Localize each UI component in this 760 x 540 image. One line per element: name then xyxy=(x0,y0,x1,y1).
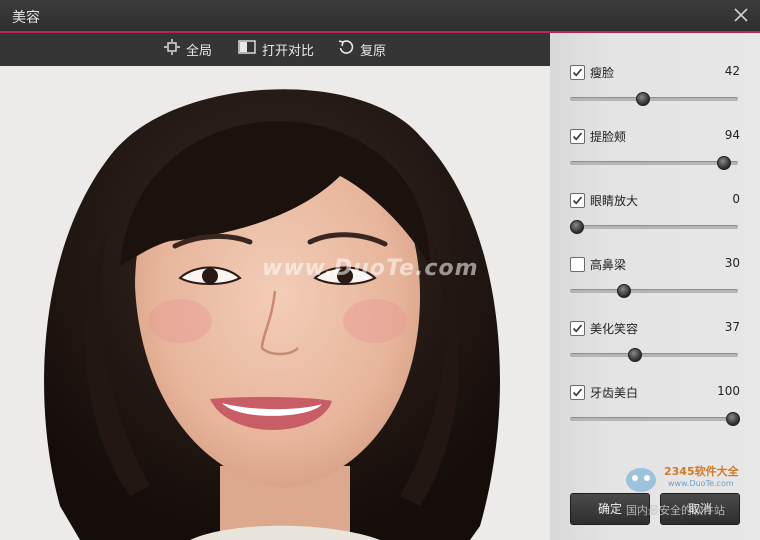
adjustment-slider[interactable] xyxy=(570,156,738,170)
adjustment-label: 瘦脸 xyxy=(590,66,615,80)
adjustment-row: 提脸颊 94 xyxy=(570,127,740,147)
adjustment-checkbox[interactable] xyxy=(570,193,585,208)
slider-thumb[interactable] xyxy=(616,284,631,298)
toolbar: 全局 打开对比 复原 xyxy=(0,33,550,66)
adjustment-slider[interactable] xyxy=(570,284,738,298)
title-bar: 美容 xyxy=(0,0,760,33)
beauty-dialog: 美容 全局 打开对比 复原 www.DuoTe.com 瘦脸 42 提脸颊 94… xyxy=(0,0,760,540)
slider-thumb[interactable] xyxy=(716,156,731,170)
adjustment-checkbox[interactable] xyxy=(570,385,585,400)
adjustment-value: 37 xyxy=(724,320,740,334)
check-icon xyxy=(572,196,583,205)
check-icon xyxy=(572,324,583,333)
fullview-button[interactable]: 全局 xyxy=(164,39,212,59)
adjustment-label: 眼睛放大 xyxy=(590,194,639,208)
adjustment-row: 美化笑容 37 xyxy=(570,319,740,339)
adjustment-checkbox[interactable] xyxy=(570,321,585,336)
logo-watermark-url: www.DuoTe.com xyxy=(668,479,734,488)
fit-view-icon xyxy=(164,39,180,59)
adjustment-row: 高鼻梁 30 xyxy=(570,255,740,275)
compare-label: 打开对比 xyxy=(262,43,315,59)
center-watermark: www.DuoTe.com xyxy=(262,256,479,281)
check-icon xyxy=(572,388,583,397)
check-icon xyxy=(572,132,583,141)
compare-icon xyxy=(238,40,256,58)
adjustment-value: 30 xyxy=(724,256,740,270)
adjustment-label: 美化笑容 xyxy=(590,322,639,336)
fullview-label: 全局 xyxy=(186,43,213,59)
adjustment-checkbox[interactable] xyxy=(570,129,585,144)
adjustment-label: 提脸颊 xyxy=(590,130,627,144)
restore-icon xyxy=(338,39,354,59)
adjustment-slider[interactable] xyxy=(570,412,740,426)
logo-watermark-text: 2345软件大全 xyxy=(664,465,739,478)
close-icon[interactable] xyxy=(732,6,750,24)
adjustment-value: 42 xyxy=(724,64,740,78)
adjustment-checkbox[interactable] xyxy=(570,257,585,272)
restore-label: 复原 xyxy=(360,43,387,59)
slider-thumb[interactable] xyxy=(627,348,642,362)
adjustment-row: 牙齿美白 100 xyxy=(570,383,740,403)
adjustment-slider[interactable] xyxy=(570,348,738,362)
adjustment-slider[interactable] xyxy=(570,92,738,106)
slider-thumb[interactable] xyxy=(635,92,650,106)
adjustment-checkbox[interactable] xyxy=(570,65,585,80)
adjustment-value: 100 xyxy=(717,384,740,398)
adjustment-row: 眼睛放大 0 xyxy=(570,191,740,211)
window-title: 美容 xyxy=(12,10,40,26)
compare-button[interactable]: 打开对比 xyxy=(238,39,314,59)
portrait-image xyxy=(0,66,550,540)
adjustment-slider[interactable] xyxy=(570,220,738,234)
adjustment-row: 瘦脸 42 xyxy=(570,63,740,83)
adjustment-panel: 瘦脸 42 提脸颊 94 眼睛放大 0 高鼻梁 30 美化笑容 37 牙齿美白 100 2345软件大… xyxy=(550,33,760,540)
preview-photo: www.DuoTe.com xyxy=(0,66,550,540)
cartoon-logo-icon xyxy=(624,463,658,497)
adjustment-label: 高鼻梁 xyxy=(590,258,627,272)
adjustment-value: 0 xyxy=(732,192,740,206)
bottom-watermark: 国内最安全的软件站 xyxy=(626,504,725,517)
slider-thumb[interactable] xyxy=(570,220,584,234)
adjustment-value: 94 xyxy=(724,128,740,142)
slider-thumb[interactable] xyxy=(726,412,740,426)
restore-button[interactable]: 复原 xyxy=(338,39,386,59)
check-icon xyxy=(572,68,583,77)
adjustment-label: 牙齿美白 xyxy=(590,386,639,400)
